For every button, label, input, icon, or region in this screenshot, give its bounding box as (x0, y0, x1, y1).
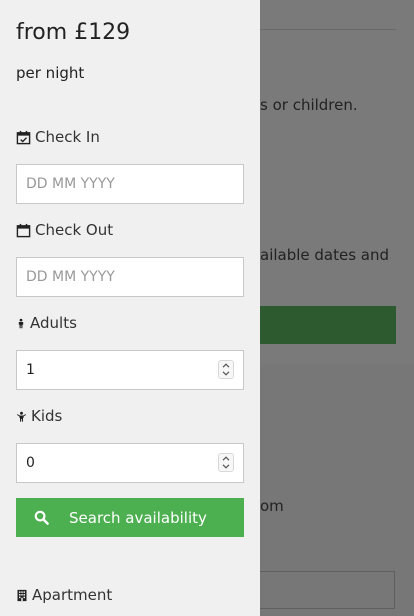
adults-stepper[interactable] (218, 360, 234, 379)
check-out-input[interactable] (16, 257, 244, 297)
background-field (250, 571, 395, 609)
property-type-text: Apartment (32, 586, 113, 604)
per-night-text: per night (16, 64, 85, 82)
background-text: om (260, 497, 284, 515)
price-text: from £129 (16, 20, 131, 45)
chevron-up-icon[interactable] (222, 456, 230, 461)
adults-field (16, 350, 244, 390)
calendar-check-icon (16, 130, 31, 144)
check-in-input[interactable] (16, 164, 244, 204)
background-text: s or children. (260, 96, 358, 114)
search-icon (34, 510, 49, 525)
search-availability-label: Search availability (69, 508, 207, 527)
kids-field (16, 443, 244, 483)
divider (260, 29, 396, 30)
kids-label-text: Kids (31, 407, 63, 425)
chevron-down-icon[interactable] (222, 464, 230, 469)
property-type: Apartment (16, 586, 112, 604)
background-text: ailable dates and (260, 246, 390, 264)
background-button (250, 306, 396, 344)
adults-label: Adults (16, 314, 77, 332)
building-icon (17, 589, 27, 601)
search-availability-button[interactable]: Search availability (16, 498, 244, 537)
kids-label: Kids (16, 407, 62, 425)
male-icon (18, 318, 24, 328)
adults-input[interactable] (16, 350, 244, 390)
check-in-label: Check In (16, 128, 100, 146)
check-out-label: Check Out (16, 221, 113, 239)
check-in-label-text: Check In (35, 128, 100, 146)
chevron-down-icon[interactable] (222, 371, 230, 376)
calendar-icon (16, 223, 31, 237)
adults-label-text: Adults (30, 314, 77, 332)
chevron-up-icon[interactable] (222, 363, 230, 368)
kids-input[interactable] (16, 443, 244, 483)
check-out-label-text: Check Out (35, 221, 114, 239)
booking-drawer: from £129 per night Check In Check Out A… (0, 0, 260, 616)
child-icon (16, 411, 27, 422)
kids-stepper[interactable] (218, 453, 234, 472)
